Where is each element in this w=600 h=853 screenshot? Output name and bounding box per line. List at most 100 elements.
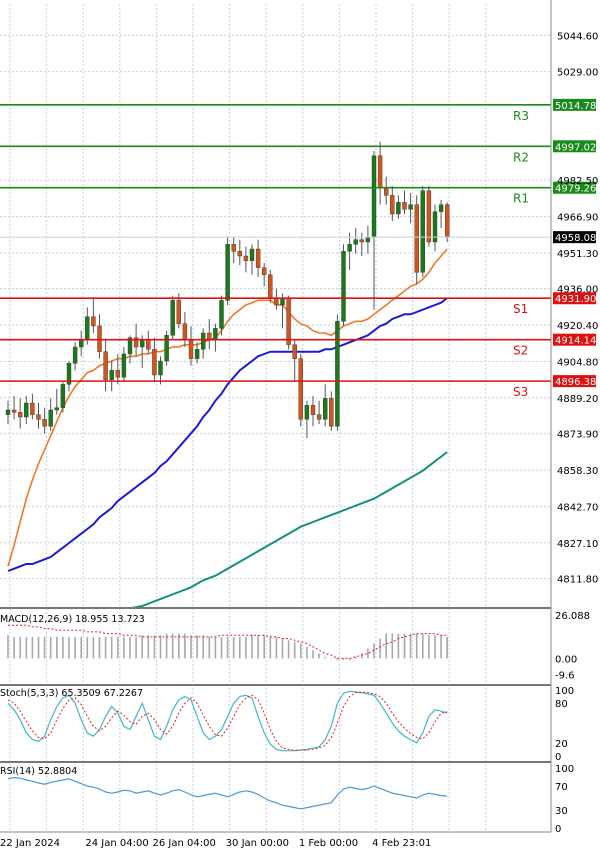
candle-bull bbox=[396, 202, 401, 215]
macd-histogram-bar bbox=[415, 633, 418, 659]
macd-histogram-bar bbox=[281, 638, 284, 659]
candle-bull bbox=[121, 353, 127, 378]
level-price-label: 4914.14 bbox=[555, 336, 596, 347]
candle-bear bbox=[176, 300, 182, 324]
candle-bull bbox=[158, 360, 163, 376]
price-tick-label: 4811.80 bbox=[557, 574, 598, 585]
macd-histogram-bar bbox=[86, 636, 89, 659]
chart-background bbox=[0, 0, 600, 853]
macd-tick-label: 26.088 bbox=[555, 611, 590, 622]
candle-bear bbox=[390, 195, 395, 215]
level-price-label: 4997.02 bbox=[555, 142, 596, 153]
candle-bull bbox=[200, 332, 206, 350]
stoch-tick-label: 20 bbox=[555, 739, 568, 750]
candle-bull bbox=[280, 297, 285, 306]
candle-bear bbox=[152, 349, 157, 376]
candle-bear bbox=[262, 267, 267, 275]
macd-histogram-bar bbox=[135, 636, 137, 659]
stoch-tick-label: 0 bbox=[555, 752, 561, 763]
price-tick-label: 4920.40 bbox=[557, 321, 598, 332]
level-price-label: 4931.90 bbox=[555, 294, 596, 305]
macd-histogram-bar bbox=[403, 633, 406, 659]
price-tick-label: 4904.80 bbox=[557, 357, 598, 368]
macd-histogram-bar bbox=[202, 635, 204, 659]
level-price-label: 4896.38 bbox=[555, 377, 596, 388]
level-name-s3: S3 bbox=[513, 385, 528, 399]
level-name-r3: R3 bbox=[513, 109, 529, 123]
macd-histogram-bar bbox=[7, 635, 9, 659]
macd-histogram-bar bbox=[269, 636, 272, 659]
macd-histogram-bar bbox=[208, 636, 211, 659]
macd-histogram-bar bbox=[232, 636, 235, 659]
candle-bear bbox=[36, 414, 41, 420]
macd-histogram-bar bbox=[13, 636, 15, 659]
macd-histogram-bar bbox=[379, 638, 381, 659]
price-tick-label: 4827.10 bbox=[557, 539, 598, 550]
macd-label: MACD(12,26,9) 18.955 13.723 bbox=[0, 614, 145, 625]
level-price-label: 5014.78 bbox=[555, 101, 596, 112]
candle-bull bbox=[85, 316, 90, 341]
candle-bear bbox=[42, 419, 47, 427]
candle-bear bbox=[316, 414, 322, 420]
candle-bear bbox=[268, 274, 273, 299]
candle-bear bbox=[445, 204, 450, 238]
candle-bull bbox=[225, 244, 230, 301]
candle-bear bbox=[329, 398, 334, 427]
macd-histogram-bar bbox=[226, 636, 229, 659]
macd-histogram-bar bbox=[361, 653, 363, 659]
candle-bull bbox=[365, 237, 371, 243]
candle-bear bbox=[255, 248, 261, 268]
macd-histogram-bar bbox=[190, 635, 192, 659]
time-tick-label: 4 Feb 23:01 bbox=[372, 838, 431, 849]
macd-histogram-bar bbox=[324, 656, 326, 659]
candle-bull bbox=[408, 204, 413, 210]
candle-bull bbox=[249, 248, 255, 261]
candle-bull bbox=[304, 405, 310, 420]
macd-histogram-bar bbox=[312, 650, 314, 659]
candle-bear bbox=[377, 155, 383, 189]
candle-bear bbox=[18, 412, 23, 418]
macd-histogram-bar bbox=[141, 635, 143, 659]
candle-bear bbox=[243, 255, 249, 261]
macd-histogram-bar bbox=[367, 648, 369, 659]
price-tick-label: 5044.60 bbox=[557, 31, 598, 42]
macd-histogram-bar bbox=[37, 636, 40, 659]
macd-histogram-bar bbox=[56, 636, 58, 659]
candle-bull bbox=[139, 339, 145, 348]
chart-canvas: R35014.78R24997.02R14979.26S14931.90S249… bbox=[0, 0, 600, 853]
level-name-s2: S2 bbox=[513, 344, 528, 358]
candle-bear bbox=[231, 244, 236, 252]
macd-histogram-bar bbox=[257, 635, 259, 659]
macd-histogram-bar bbox=[220, 636, 223, 659]
candle-bear bbox=[298, 358, 303, 420]
candle-bear bbox=[286, 297, 291, 345]
rsi-tick-label: 100 bbox=[555, 764, 574, 775]
candle-bull bbox=[54, 407, 59, 411]
candle-bear bbox=[182, 323, 188, 341]
candle-bear bbox=[310, 405, 316, 415]
price-tick-label: 4951.30 bbox=[557, 249, 598, 260]
candle-bull bbox=[335, 321, 340, 427]
macd-histogram-bar bbox=[214, 636, 217, 659]
macd-histogram-bar bbox=[196, 635, 198, 659]
macd-tick-label: -9.6 bbox=[555, 670, 575, 681]
rsi-label: RSI(14) 52.8804 bbox=[0, 766, 78, 777]
candle-bull bbox=[24, 402, 29, 418]
candle-bull bbox=[420, 190, 425, 273]
level-name-r2: R2 bbox=[513, 150, 529, 164]
rsi-tick-label: 30 bbox=[555, 806, 568, 817]
time-tick-label: 30 Jan 00:00 bbox=[226, 838, 289, 849]
price-tick-label: 4936.00 bbox=[557, 285, 598, 296]
macd-tick-label: 0.00 bbox=[555, 654, 577, 665]
macd-histogram-bar bbox=[153, 635, 156, 659]
macd-histogram-bar bbox=[397, 633, 400, 659]
price-tick-label: 4842.70 bbox=[557, 502, 598, 513]
candle-bull bbox=[438, 204, 444, 212]
macd-histogram-bar bbox=[434, 635, 436, 659]
rsi-tick-label: 70 bbox=[555, 782, 568, 793]
candle-bull bbox=[170, 300, 175, 336]
time-tick-label: 22 Jan 2024 bbox=[0, 838, 60, 849]
macd-histogram-bar bbox=[31, 636, 34, 659]
candle-bull bbox=[213, 328, 218, 341]
macd-histogram-bar bbox=[104, 636, 107, 659]
